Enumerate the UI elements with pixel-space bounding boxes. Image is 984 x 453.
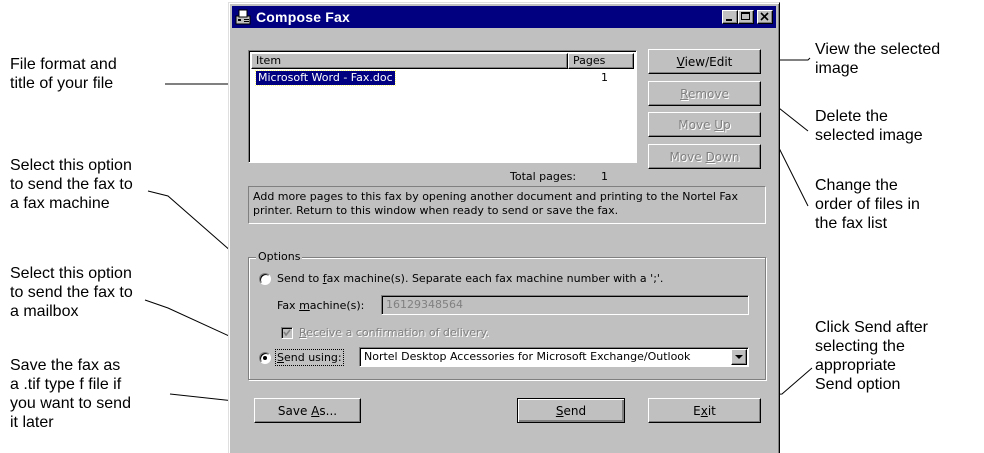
fax-machine-field-label: Fax machine(s): (277, 299, 365, 312)
column-header-item[interactable]: Item (251, 53, 568, 69)
send-using-label[interactable]: Send using: (275, 349, 344, 366)
callout-mailbox: Select this option to send the fax to a … (10, 265, 133, 320)
fax-app-icon (235, 9, 251, 25)
remove-label: Remove (680, 86, 729, 101)
confirm-delivery-label: Receive a confirmation of delivery. (299, 326, 490, 339)
options-legend: Options (256, 250, 303, 263)
exit-button[interactable]: Exit (648, 398, 761, 423)
move-up-button[interactable]: Move Up (648, 112, 761, 137)
minimize-button[interactable] (722, 10, 738, 24)
callout-send: Click Send after selecting the appropria… (815, 319, 928, 393)
callout-delete: Delete the selected image (815, 108, 923, 144)
list-item[interactable]: Microsoft Word - Fax.doc (255, 70, 396, 86)
view-edit-label: View/Edit (676, 54, 733, 69)
list-item-pages: 1 (601, 71, 608, 84)
close-button[interactable] (757, 10, 773, 24)
send-to-fax-radio[interactable] (259, 273, 271, 285)
checkmark-icon (283, 329, 291, 337)
total-pages-label: Total pages: (510, 170, 577, 183)
callout-save: Save the fax as a .tif type f file if yo… (10, 357, 131, 431)
save-as-button[interactable]: Save As... (254, 398, 361, 423)
leader-view (775, 57, 811, 61)
move-up-label: Move Up (678, 117, 731, 132)
dropdown-arrow-button[interactable] (731, 349, 747, 365)
title-bar[interactable]: Compose Fax (232, 6, 776, 28)
radio-selected-dot (263, 356, 267, 360)
send-using-radio[interactable] (259, 352, 271, 364)
compose-fax-window: Compose Fax Item Pages Microsoft Word - … (228, 2, 780, 453)
callout-view: View the selected image (815, 41, 941, 77)
close-icon (760, 12, 769, 21)
callout-order: Change the order of files in the fax lis… (815, 177, 920, 232)
callout-file-format: File format and title of your file (10, 56, 117, 92)
move-down-label: Move Down (669, 149, 740, 164)
remove-button[interactable]: Remove (648, 81, 761, 106)
send-to-fax-label[interactable]: Send to fax machine(s). Separate each fa… (277, 272, 663, 285)
minimize-icon (726, 19, 732, 21)
fax-items-list[interactable]: Item Pages Microsoft Word - Fax.doc 1 (248, 50, 637, 163)
maximize-button[interactable] (738, 10, 754, 24)
callout-fax-machine: Select this option to send the fax to a … (10, 157, 133, 212)
chevron-down-icon (735, 354, 743, 359)
window-title: Compose Fax (256, 9, 350, 25)
column-header-item-label: Item (256, 54, 282, 67)
fax-machine-input[interactable]: 16129348564 (381, 295, 749, 315)
send-label: Send (555, 403, 587, 418)
column-header-pages[interactable]: Pages (568, 53, 634, 69)
send-using-value: Nortel Desktop Accessories for Microsoft… (364, 350, 691, 363)
send-using-dropdown[interactable]: Nortel Desktop Accessories for Microsoft… (359, 347, 749, 367)
maximize-icon (741, 12, 750, 20)
view-edit-button[interactable]: View/Edit (648, 49, 761, 74)
column-header-pages-label: Pages (573, 54, 606, 67)
exit-label: Exit (693, 403, 716, 418)
send-button[interactable]: Send (517, 398, 625, 423)
total-pages-value: 1 (601, 170, 608, 183)
instructions-text: Add more pages to this fax by opening an… (248, 186, 766, 224)
save-as-label: Save As... (277, 403, 338, 418)
move-down-button[interactable]: Move Down (648, 144, 761, 169)
confirm-delivery-checkbox[interactable] (281, 327, 293, 339)
